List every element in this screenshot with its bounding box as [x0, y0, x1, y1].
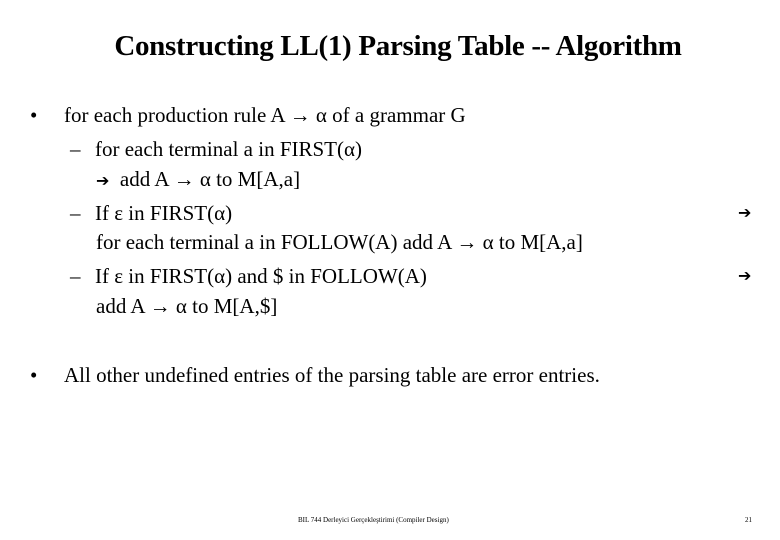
arrow-right-icon: ➔	[96, 171, 110, 190]
footer-course: BIL 744 Derleyici Gerçekleştirimi (Compi…	[298, 516, 449, 524]
subitem-2-line2: for each terminal a in FOLLOW(A) add A →…	[96, 230, 583, 254]
bullet-2: • All other undefined entries of the pars…	[30, 363, 600, 387]
subitem-1-action: ➔ add A → α to M[A,a]	[96, 167, 300, 193]
bullet-icon: •	[30, 363, 38, 387]
subitem-3-line1: If ε in FIRST(α) and $ in FOLLOW(A)	[95, 264, 427, 288]
subitem-1-line2: add A → α to M[A,a]	[119, 167, 301, 191]
bullet-icon: •	[30, 103, 38, 127]
dash-icon: –	[70, 201, 81, 225]
subitem-3-line2: add A → α to M[A,$]	[96, 294, 278, 318]
dash-icon: –	[70, 137, 81, 161]
subitem-2-line1: If ε in FIRST(α)	[95, 201, 233, 225]
arrow-right-icon: ➔	[738, 266, 752, 285]
slide-title: Constructing LL(1) Parsing Table -- Algo…	[114, 30, 682, 62]
bullet-2-text: All other undefined entries of the parsi…	[64, 363, 600, 387]
bullet-1: • for each production rule A → α of a gra…	[30, 103, 466, 127]
subitem-1-line1: for each terminal a in FIRST(α)	[95, 137, 363, 161]
bullet-1-text: for each production rule A → α of a gram…	[64, 103, 466, 127]
arrow-right-icon: ➔	[738, 203, 752, 222]
subitem-3: – If ε in FIRST(α) and $ in FOLLOW(A)	[70, 264, 427, 288]
dash-icon: –	[70, 264, 81, 288]
subitem-2: – If ε in FIRST(α)	[70, 201, 232, 225]
page-number: 21	[745, 516, 752, 524]
subitem-1: – for each terminal a in FIRST(α)	[70, 137, 362, 161]
